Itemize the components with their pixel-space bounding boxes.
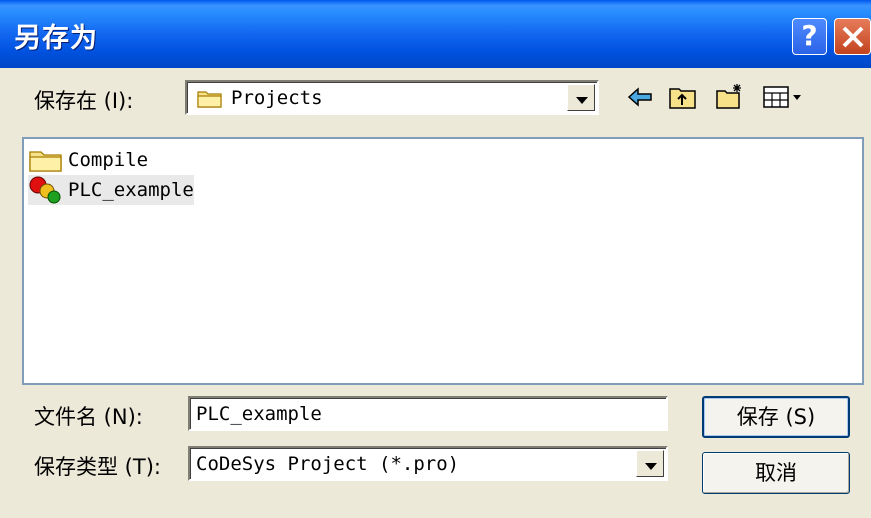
filetype-label: 保存类型 (T): xyxy=(34,455,161,479)
up-folder-icon[interactable] xyxy=(668,82,698,112)
save-as-dialog: 另存为 ? 保存在 (I): Projects Compile PLC_exam… xyxy=(0,0,871,518)
save-in-dropdown-arrow[interactable] xyxy=(567,84,595,111)
file-name: Compile xyxy=(68,149,149,171)
help-icon: ? xyxy=(801,19,818,52)
title-bar[interactable]: 另存为 ? xyxy=(0,0,871,68)
filename-input[interactable]: PLC_example xyxy=(188,396,668,431)
close-button[interactable] xyxy=(834,18,871,55)
close-icon xyxy=(842,26,864,48)
folder-icon xyxy=(197,91,222,108)
filetype-combobox[interactable]: CoDeSys Project (*.pro) xyxy=(188,446,668,481)
dialog-title: 另存为 xyxy=(14,23,98,54)
list-item[interactable]: Compile xyxy=(28,145,148,175)
back-icon[interactable] xyxy=(625,82,655,112)
cancel-button[interactable]: 取消 xyxy=(702,452,850,494)
view-menu-icon[interactable] xyxy=(762,82,808,112)
filename-label: 文件名 (N): xyxy=(34,405,143,429)
filetype-value: CoDeSys Project (*.pro) xyxy=(196,453,460,475)
save-in-combobox[interactable]: Projects xyxy=(185,80,599,115)
codesys-project-icon xyxy=(29,176,61,204)
filename-value: PLC_example xyxy=(196,403,322,425)
save-in-label: 保存在 (I): xyxy=(34,89,134,113)
list-item[interactable]: PLC_example xyxy=(28,175,194,205)
file-name: PLC_example xyxy=(68,179,194,201)
help-button[interactable]: ? xyxy=(792,18,827,55)
save-in-value: Projects xyxy=(231,87,323,109)
file-list[interactable]: Compile PLC_example xyxy=(22,137,864,385)
save-button[interactable]: 保存 (S) xyxy=(702,396,850,438)
folder-icon xyxy=(29,151,62,172)
filetype-dropdown-arrow[interactable] xyxy=(636,450,664,477)
new-folder-icon[interactable] xyxy=(715,82,745,112)
